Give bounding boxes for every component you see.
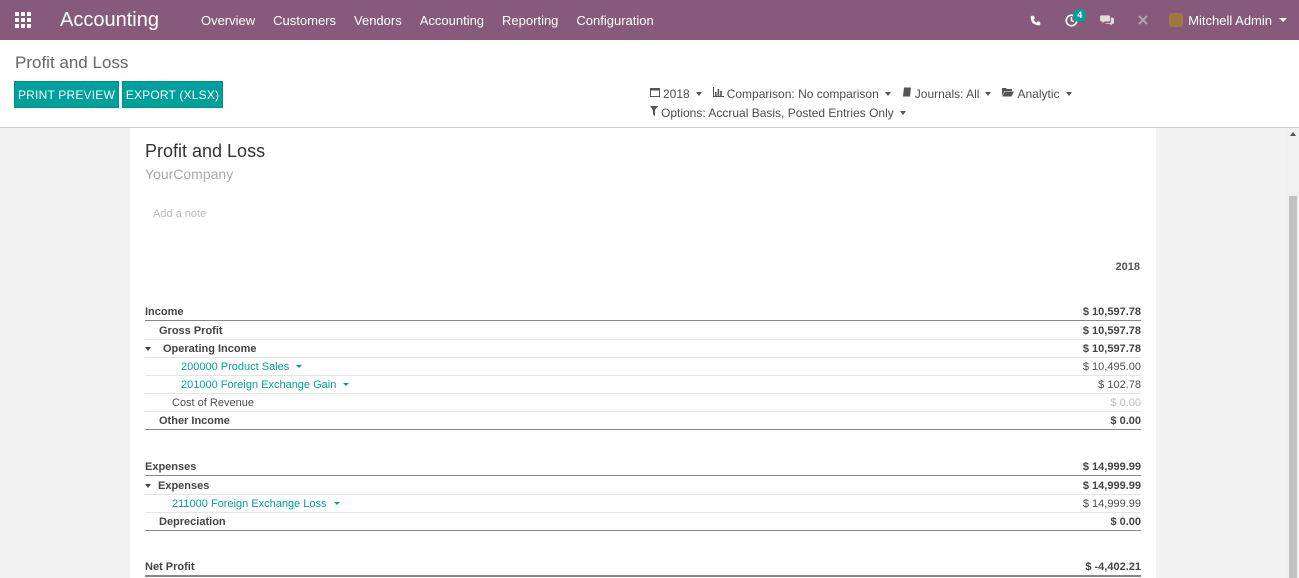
export-xlsx-button[interactable]: EXPORT (XLSX) [122, 81, 223, 108]
report-filters: 2018 Comparison: No comparison Journals:… [650, 84, 1083, 122]
caret-down-icon[interactable] [333, 502, 340, 505]
journals-filter[interactable]: Journals: All [902, 87, 992, 101]
company-name: YourCompany [145, 166, 234, 182]
caret-down-icon[interactable] [145, 483, 151, 488]
control-panel: Profit and Loss PRINT PREVIEW EXPORT (XL… [0, 40, 1299, 128]
book-icon [902, 87, 912, 100]
chevron-down-icon [884, 91, 891, 96]
main-menu: Overview Customers Vendors Accounting Re… [201, 13, 672, 28]
breadcrumb: Profit and Loss [15, 53, 129, 72]
report-line-product-sales[interactable]: 200000 Product Sales $ 10,495.00 [145, 358, 1141, 376]
app-brand[interactable]: Accounting [60, 9, 159, 32]
report-sheet: Profit and Loss YourCompany Add a note 2… [130, 128, 1156, 578]
chat-icon[interactable] [1089, 0, 1125, 40]
column-header-2018: 2018 [1115, 261, 1140, 273]
report-line-gross-profit[interactable]: Gross Profit $ 10,597.78 [145, 322, 1141, 340]
report-line-other-income[interactable]: Other Income $ 0.00 [145, 412, 1141, 430]
comparison-filter[interactable]: Comparison: No comparison [712, 87, 891, 101]
report-line-net-profit[interactable]: Net Profit $ -4,402.21 [145, 559, 1141, 577]
chevron-down-icon [899, 110, 906, 115]
chevron-down-icon [985, 91, 992, 96]
add-note-field[interactable]: Add a note [153, 208, 206, 220]
phone-icon[interactable] [1017, 0, 1053, 40]
menu-configuration[interactable]: Configuration [576, 13, 653, 28]
menu-accounting[interactable]: Accounting [420, 13, 484, 28]
analytic-filter[interactable]: Analytic [1002, 87, 1072, 101]
user-name: Mitchell Admin [1188, 12, 1272, 28]
filter-icon [650, 106, 658, 119]
chevron-down-icon [1065, 91, 1072, 96]
caret-down-icon[interactable] [145, 346, 151, 351]
scroll-up-icon[interactable] [1290, 132, 1296, 136]
options-filter[interactable]: Options: Accrual Basis, Posted Entries O… [650, 106, 906, 120]
avatar [1169, 13, 1184, 27]
caret-down-icon[interactable] [343, 383, 350, 386]
report-line-expenses-total[interactable]: Expenses $ 14,999.99 [145, 458, 1141, 476]
print-preview-button[interactable]: PRINT PREVIEW [14, 81, 119, 108]
top-navbar: Accounting Overview Customers Vendors Ac… [0, 0, 1299, 40]
date-filter[interactable]: 2018 [650, 87, 702, 101]
menu-reporting[interactable]: Reporting [502, 13, 558, 28]
bar-chart-icon [712, 87, 724, 100]
report-title: Profit and Loss [145, 141, 266, 161]
report-line-income[interactable]: Income $ 10,597.78 [145, 303, 1141, 321]
activity-count-badge: 4 [1073, 9, 1087, 22]
close-icon[interactable] [1125, 0, 1161, 40]
activity-clock-icon[interactable]: 4 [1053, 0, 1089, 40]
menu-customers[interactable]: Customers [273, 13, 336, 28]
apps-menu-icon[interactable] [0, 0, 46, 40]
caret-down-icon[interactable] [296, 365, 303, 368]
user-menu[interactable]: Mitchell Admin [1169, 13, 1287, 28]
report-line-cost-of-revenue[interactable]: Cost of Revenue $ 0.00 [145, 394, 1141, 412]
menu-vendors[interactable]: Vendors [354, 13, 402, 28]
folder-open-icon [1002, 87, 1015, 100]
menu-overview[interactable]: Overview [201, 13, 255, 28]
vertical-scrollbar[interactable] [1287, 128, 1299, 578]
report-line-depreciation[interactable]: Depreciation $ 0.00 [145, 513, 1141, 531]
chevron-down-icon [1279, 18, 1287, 22]
calendar-icon [650, 87, 660, 100]
scrollbar-thumb[interactable] [1289, 196, 1297, 578]
report-line-fx-gain[interactable]: 201000 Foreign Exchange Gain $ 102.78 [145, 376, 1141, 394]
report-line-operating-income[interactable]: Operating Income $ 10,597.78 [145, 340, 1141, 358]
report-line-expenses[interactable]: Expenses $ 14,999.99 [145, 477, 1141, 495]
report-line-fx-loss[interactable]: 211000 Foreign Exchange Loss $ 14,999.99 [145, 495, 1141, 513]
chevron-down-icon [695, 91, 702, 96]
